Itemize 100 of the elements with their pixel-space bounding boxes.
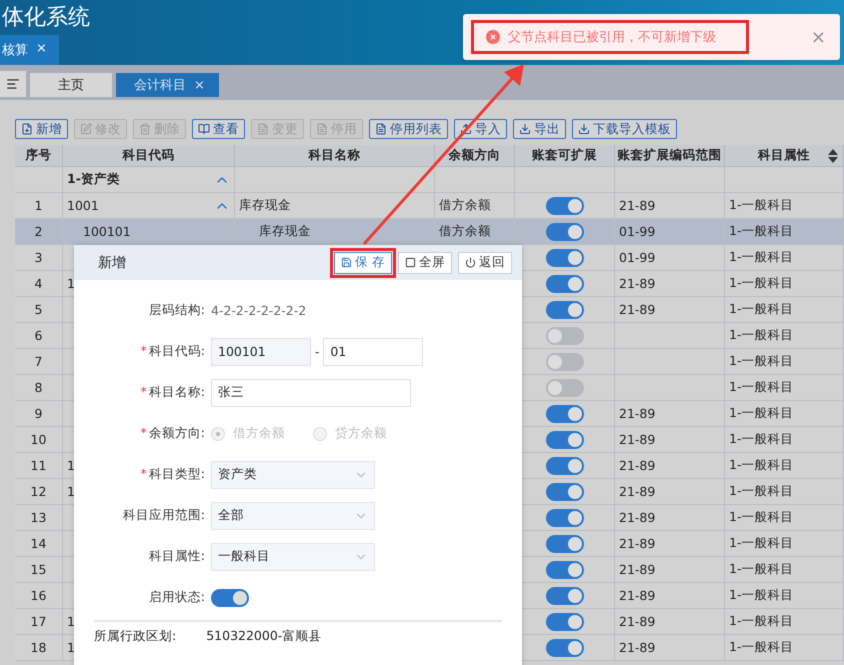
toggle-switch[interactable] xyxy=(546,300,584,318)
range-cell: 21-89 xyxy=(619,484,656,499)
select-field[interactable]: 资产类 xyxy=(211,460,375,488)
document-icon xyxy=(375,123,387,135)
range-cell: 21-89 xyxy=(619,510,656,525)
document-icon xyxy=(316,123,328,135)
group-label: 1-资产类 xyxy=(67,171,120,188)
toggle-switch[interactable] xyxy=(546,456,584,474)
column-header: 科目名称 xyxy=(235,145,435,167)
toggle-switch[interactable] xyxy=(546,534,584,552)
toolbar-button[interactable]: 新增 xyxy=(15,119,68,139)
menu-button[interactable] xyxy=(0,71,26,97)
row-number: 7 xyxy=(15,349,63,375)
code-cell: 1 xyxy=(67,276,75,291)
sort-icon[interactable] xyxy=(827,148,839,164)
toggle-switch[interactable] xyxy=(546,352,584,370)
row-number: 16 xyxy=(15,583,63,609)
range-cell: 21-89 xyxy=(619,302,656,317)
row-number: 3 xyxy=(15,245,63,271)
row-number: 4 xyxy=(15,271,63,297)
attribute-cell: 1-一般科目 xyxy=(729,587,794,604)
field-label: * 科目代码: xyxy=(140,343,205,360)
row-number: 10 xyxy=(15,427,63,453)
row-number: 14 xyxy=(15,531,63,557)
download-icon xyxy=(519,123,531,135)
row-number: 2 xyxy=(15,219,63,245)
toggle-switch[interactable] xyxy=(546,248,584,266)
toggle-switch[interactable] xyxy=(546,586,584,604)
trash-icon xyxy=(139,123,151,135)
range-cell: 21-89 xyxy=(619,276,656,291)
close-button[interactable]: × xyxy=(810,26,826,48)
toggle-switch[interactable] xyxy=(546,326,584,344)
app-title: 体化系统 xyxy=(1,4,91,32)
menu-icon xyxy=(6,77,20,91)
toggle-switch[interactable] xyxy=(546,404,584,422)
error-icon xyxy=(486,30,500,44)
save-icon xyxy=(341,257,352,268)
code-cell: 1 xyxy=(67,640,75,655)
page-tab[interactable]: 会计科目 × xyxy=(116,73,219,97)
toggle-switch[interactable] xyxy=(546,638,584,656)
toolbar-button[interactable]: 下载导入模板 xyxy=(572,119,677,139)
code-cell: 1 xyxy=(67,614,75,629)
range-cell: 21-89 xyxy=(619,614,656,629)
dialog-button[interactable]: 全屏 xyxy=(398,252,452,274)
toggle-switch[interactable] xyxy=(546,222,584,240)
toggle-switch[interactable] xyxy=(211,588,249,606)
name-cell: 库存现金 xyxy=(239,197,291,214)
power-icon xyxy=(465,257,476,268)
region-value: 510322000-富顺县 xyxy=(206,628,322,645)
toggle-switch[interactable] xyxy=(546,612,584,630)
attribute-cell: 1-一般科目 xyxy=(729,327,794,344)
radio-label: 贷方余额 xyxy=(335,425,387,442)
field-label: 科目属性: xyxy=(148,548,205,565)
toolbar-button[interactable]: 查看 xyxy=(192,119,245,139)
range-cell: 21-89 xyxy=(619,562,656,577)
range-cell: 21-89 xyxy=(619,198,656,213)
toggle-switch[interactable] xyxy=(546,508,584,526)
square-icon xyxy=(405,257,416,268)
attribute-cell: 1-一般科目 xyxy=(729,535,794,552)
attribute-cell: 1-一般科目 xyxy=(729,249,794,266)
toggle-switch[interactable] xyxy=(546,274,584,292)
row-number: 18 xyxy=(15,635,63,661)
toolbar-button[interactable]: 导出 xyxy=(513,119,566,139)
column-header: 科目属性 xyxy=(725,145,844,167)
toggle-switch[interactable] xyxy=(546,482,584,500)
row-number: 15 xyxy=(15,557,63,583)
book-icon xyxy=(198,123,210,135)
input-field[interactable]: 张三 xyxy=(211,378,411,406)
file-plus-icon xyxy=(21,123,33,135)
range-cell: 21-89 xyxy=(619,458,656,473)
document-icon xyxy=(257,123,269,135)
dialog-button[interactable]: 返回 xyxy=(458,252,512,274)
direction-cell: 借方余额 xyxy=(439,223,491,240)
attribute-cell: 1-一般科目 xyxy=(729,431,794,448)
range-cell: 21-89 xyxy=(619,432,656,447)
page-tab[interactable]: 主页 xyxy=(30,73,112,97)
row-number: 1 xyxy=(15,193,63,219)
input-field[interactable]: 100101 xyxy=(211,338,311,366)
toggle-switch[interactable] xyxy=(546,196,584,214)
toolbar-button[interactable]: 导入 xyxy=(454,119,507,139)
select-field[interactable]: 全部 xyxy=(211,502,375,530)
range-cell: 21-89 xyxy=(619,640,656,655)
toggle-switch[interactable] xyxy=(546,560,584,578)
toggle-switch[interactable] xyxy=(546,378,584,396)
toolbar-button[interactable]: 停用列表 xyxy=(369,119,448,139)
edit-icon xyxy=(80,123,92,135)
row-number: 5 xyxy=(15,297,63,323)
range-cell: 01-99 xyxy=(619,224,656,239)
field-label: * 科目名称: xyxy=(140,384,205,401)
code-cell: 100101 xyxy=(83,224,131,239)
row-number: 6 xyxy=(15,323,63,349)
name-cell: 库存现金 xyxy=(259,223,311,240)
toggle-switch[interactable] xyxy=(546,430,584,448)
attribute-cell: 1-一般科目 xyxy=(729,561,794,578)
select-field[interactable]: 一般科目 xyxy=(211,542,375,570)
field-label: 启用状态: xyxy=(148,589,205,606)
field-label: * 余额方向: xyxy=(140,425,205,442)
attribute-cell: 1-一般科目 xyxy=(729,379,794,396)
module-tab[interactable]: 核算 × xyxy=(0,35,59,65)
input-field[interactable]: 01 xyxy=(323,338,424,366)
